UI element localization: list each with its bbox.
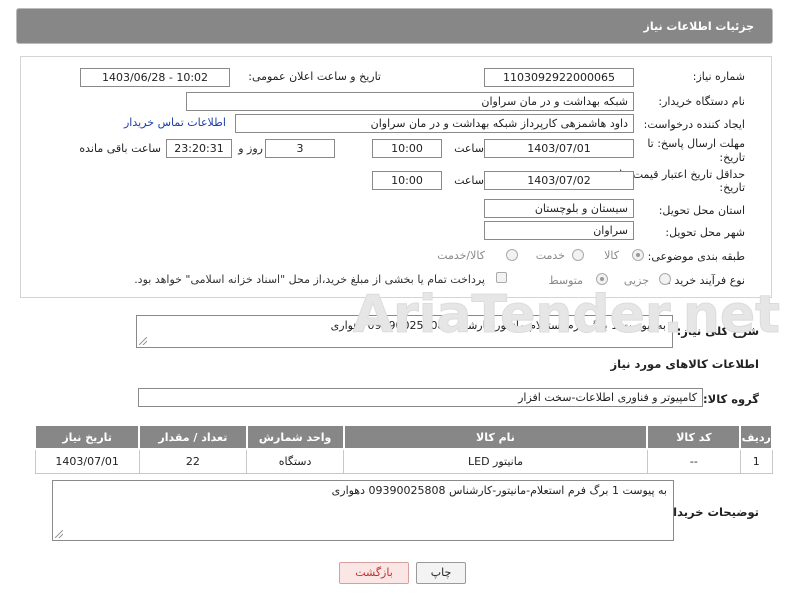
price-validity-label: حداقل تاریخ اعتبار قیمت: تا: [619, 168, 745, 181]
province-label: استان محل تحویل:: [658, 204, 745, 217]
col-quantity: تعداد / مقدار: [138, 424, 248, 450]
category-service-radio[interactable]: [572, 249, 584, 261]
cell-row: 1: [739, 448, 773, 474]
category-goods-label: کالا: [604, 249, 619, 262]
purchase-minor-label: جزیی: [623, 274, 649, 287]
col-need-date: تاریخ نیاز: [33, 424, 141, 450]
col-unit: واحد شمارش: [245, 424, 345, 450]
validity-date-field[interactable]: 1403/07/02: [484, 171, 634, 190]
purchase-medium-label: متوسط: [548, 274, 583, 287]
col-code: کد کالا: [646, 424, 742, 450]
col-name: نام کالا: [342, 424, 649, 450]
reply-deadline-date-label: تاریخ:: [719, 151, 745, 164]
province-field[interactable]: سیستان و بلوچستان: [484, 199, 634, 218]
creator-field[interactable]: داود هاشمزهی کارپرداز شبکه بهداشت و در م…: [235, 114, 634, 133]
city-field[interactable]: سراوان: [484, 221, 634, 240]
purchase-medium-radio[interactable]: [596, 273, 608, 285]
description-label: شرح کلی نیاز:: [676, 324, 759, 338]
announce-datetime-label: تاریخ و ساعت اعلان عمومی:: [248, 70, 381, 83]
reply-time-field[interactable]: 10:00: [372, 139, 442, 158]
page-title: جزئیات اطلاعات نیاز: [643, 20, 755, 33]
validity-time-label: ساعت: [454, 174, 484, 187]
reply-deadline-label: مهلت ارسال پاسخ: تا: [647, 137, 745, 150]
table-row[interactable]: 1 -- مانیتور LED دستگاه 22 1403/07/01: [34, 448, 773, 474]
purchase-minor-radio[interactable]: [659, 273, 671, 285]
category-label: طبقه بندی موضوعی:: [647, 250, 745, 263]
price-validity-date-label: تاریخ:: [719, 181, 745, 194]
description-textarea[interactable]: به پیوست 1 برگ فرم استعلام-مانیتور-کارشن…: [136, 315, 673, 348]
category-goods-radio[interactable]: [632, 249, 644, 261]
cell-quantity: 22: [138, 448, 248, 474]
goods-group-label: گروه کالا:: [703, 392, 759, 406]
validity-time-field[interactable]: 10:00: [372, 171, 442, 190]
page-header: جزئیات اطلاعات نیاز: [16, 8, 773, 44]
category-goods-service-radio[interactable]: [506, 249, 518, 261]
city-label: شهر محل تحویل:: [665, 226, 745, 239]
buyer-notes-textarea[interactable]: به پیوست 1 برگ فرم استعلام-مانیتور-کارشن…: [52, 480, 674, 541]
reply-time-label: ساعت: [454, 142, 484, 155]
buyer-notes-label: توضیحات خریدار:: [661, 505, 759, 519]
reply-date-field[interactable]: 1403/07/01: [484, 139, 634, 158]
need-number-label: شماره نیاز:: [692, 70, 745, 83]
announce-datetime-field[interactable]: 1403/06/28 - 10:02: [80, 68, 230, 87]
cell-need-date: 1403/07/01: [34, 448, 140, 474]
resize-handle-icon[interactable]: [55, 530, 63, 538]
cell-code: --: [646, 448, 741, 474]
back-button[interactable]: بازگشت: [339, 562, 409, 584]
days-label: روز و: [238, 142, 263, 155]
description-text: به پیوست 1 برگ فرم استعلام-مانیتور-کارشن…: [330, 319, 666, 332]
cell-name: مانیتور LED: [343, 448, 648, 474]
purchase-type-label: نوع فرآیند خرید :: [667, 274, 745, 287]
col-row: ردیف: [739, 424, 773, 450]
category-service-label: خدمت: [535, 249, 565, 262]
buyer-notes-text: به پیوست 1 برگ فرم استعلام-مانیتور-کارشن…: [331, 484, 667, 497]
goods-table-header: ردیف کد کالا نام کالا واحد شمارش تعداد /…: [33, 424, 773, 450]
resize-handle-icon[interactable]: [139, 337, 147, 345]
print-button[interactable]: چاپ: [416, 562, 466, 584]
creator-label: ایجاد کننده درخواست:: [643, 118, 745, 131]
cell-unit: دستگاه: [246, 448, 345, 474]
goods-group-field[interactable]: کامپیوتر و فناوری اطلاعات-سخت افزار: [138, 388, 703, 407]
treasury-checkbox[interactable]: [496, 272, 507, 283]
goods-section-title: اطلاعات کالاهای مورد نیاز: [610, 357, 759, 371]
remaining-time-field[interactable]: 23:20:31: [166, 139, 232, 158]
treasury-note: پرداخت تمام یا بخشی از مبلغ خرید،از محل …: [134, 273, 485, 286]
buyer-contact-link[interactable]: اطلاعات تماس خریدار: [124, 116, 226, 129]
buyer-org-label: نام دستگاه خریدار:: [658, 95, 745, 108]
need-number-field[interactable]: 1103092922000065: [484, 68, 634, 87]
days-remaining-field[interactable]: 3: [265, 139, 335, 158]
remaining-time-label: ساعت باقی مانده: [79, 142, 161, 155]
buyer-org-field[interactable]: شبکه بهداشت و در مان سراوان: [186, 92, 634, 111]
goods-table: ردیف کد کالا نام کالا واحد شمارش تعداد /…: [33, 424, 773, 474]
category-goods-service-label: کالا/خدمت: [437, 249, 485, 262]
